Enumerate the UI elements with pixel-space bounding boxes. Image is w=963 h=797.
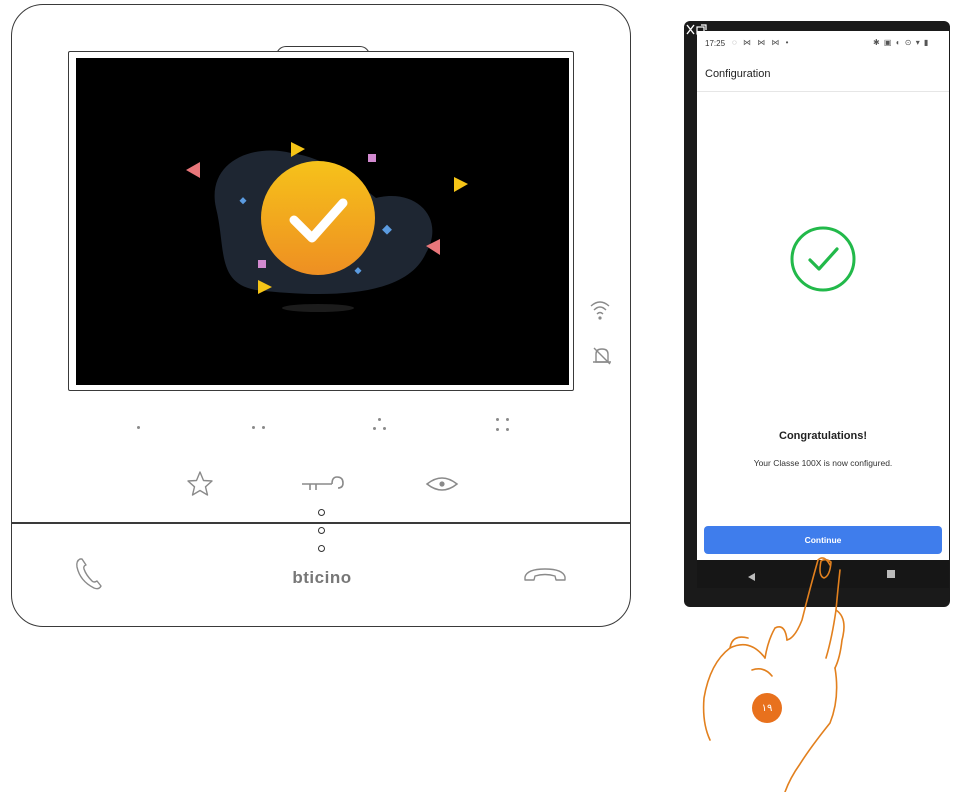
system-status-icons: ✱ ▣ ◐ ⊙ ▾ ▮ [873,38,930,47]
answer-handset-icon[interactable] [74,555,106,593]
dot-button-1[interactable] [137,426,140,429]
bell-off-icon [590,344,614,368]
dot-button-4[interactable] [496,418,512,434]
status-led-2 [318,527,325,534]
step-number-badge: ١٩ [752,693,782,723]
congratulations-heading: Congratulations! [779,430,867,442]
success-check-icon [261,161,375,275]
status-led-3 [318,545,325,552]
success-illustration [186,142,468,312]
recents-icon[interactable] [887,570,895,578]
status-led-1 [318,509,325,516]
door-key-icon[interactable] [300,474,346,494]
hangup-handset-icon[interactable] [522,565,568,585]
phone-screen [697,31,949,588]
favourite-star-icon[interactable] [186,470,214,498]
configured-message: Your Classe 100X is now configured. [753,458,893,468]
status-time: 17:25 [705,39,726,48]
panel-divider [11,522,631,524]
page-title: Configuration [705,68,771,80]
wifi-icon [588,297,612,321]
dot-button-2[interactable] [252,424,268,430]
notification-icons: ◌ ⋈ ⋈ ⋈ • [732,38,791,47]
device-display [76,58,569,385]
title-divider [697,91,949,92]
hand-pointer-icon [690,548,870,793]
success-check-icon [789,225,857,293]
dot-button-3[interactable] [373,418,389,434]
phone-statusbar: 17:25 ◌ ⋈ ⋈ ⋈ • ✱ ▣ ◐ ⊙ ▾ ▮ [697,31,949,59]
eye-icon[interactable] [424,474,460,494]
brand-logo: bticino [292,568,352,587]
